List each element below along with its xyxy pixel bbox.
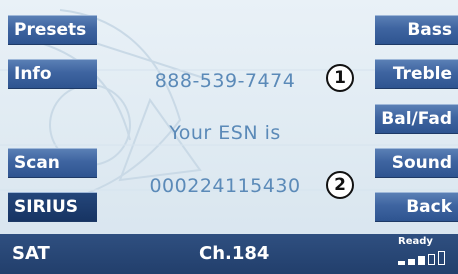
info-button[interactable]: Info <box>8 59 97 89</box>
scan-button[interactable]: Scan <box>8 148 97 178</box>
esn-label: Your ESN is <box>169 122 281 144</box>
signal-strength-icon <box>398 251 454 265</box>
treble-button[interactable]: Treble <box>375 59 458 89</box>
phone-number: 888-539-7474 <box>154 70 296 92</box>
callout-2: 2 <box>326 171 354 199</box>
channel-label: Ch.184 <box>199 243 270 264</box>
sirius-button[interactable]: SIRIUS <box>8 192 97 222</box>
ready-label: Ready <box>398 236 433 247</box>
sound-button[interactable]: Sound <box>375 148 458 178</box>
band-label: SAT <box>12 243 50 264</box>
callout-1: 1 <box>326 64 354 92</box>
back-button[interactable]: Back <box>375 192 458 222</box>
presets-button[interactable]: Presets <box>8 15 97 45</box>
status-bar: SAT Ch.184 Ready <box>0 234 458 274</box>
signal-bar <box>398 261 405 265</box>
signal-bar <box>438 251 445 265</box>
signal-bar <box>408 258 415 265</box>
signal-bar <box>418 256 425 265</box>
esn-value: 000224115430 <box>149 175 301 197</box>
bass-button[interactable]: Bass <box>375 15 458 45</box>
bal-fad-button[interactable]: Bal/Fad <box>375 104 458 134</box>
radio-display: Presets Info Scan SIRIUS Bass Treble Bal… <box>0 0 458 274</box>
signal-bar <box>428 253 435 265</box>
